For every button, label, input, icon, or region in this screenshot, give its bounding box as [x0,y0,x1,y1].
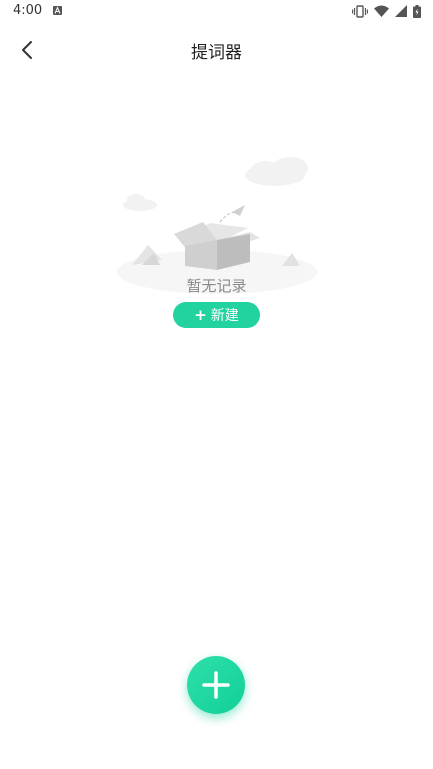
battery-icon [413,4,421,18]
notification-a-icon [53,6,62,15]
signal-icon [395,5,407,17]
app-header: 提词器 [0,24,433,76]
plus-icon: + [194,305,207,324]
vibrate-icon [352,4,368,18]
wifi-icon [374,5,389,17]
page-title: 提词器 [191,43,242,63]
empty-message: 暂无记录 [186,277,247,295]
status-bar: 4:00 [0,0,433,24]
add-fab-button[interactable] [187,656,245,714]
app-screen: 4:00 提词器 暂无记录 + 新建 [0,0,433,769]
status-time: 4:00 [13,3,43,18]
new-record-button[interactable]: + 新建 [173,302,260,328]
status-icons [352,4,421,18]
plus-icon [202,671,230,699]
new-button-label: 新建 [210,308,239,324]
